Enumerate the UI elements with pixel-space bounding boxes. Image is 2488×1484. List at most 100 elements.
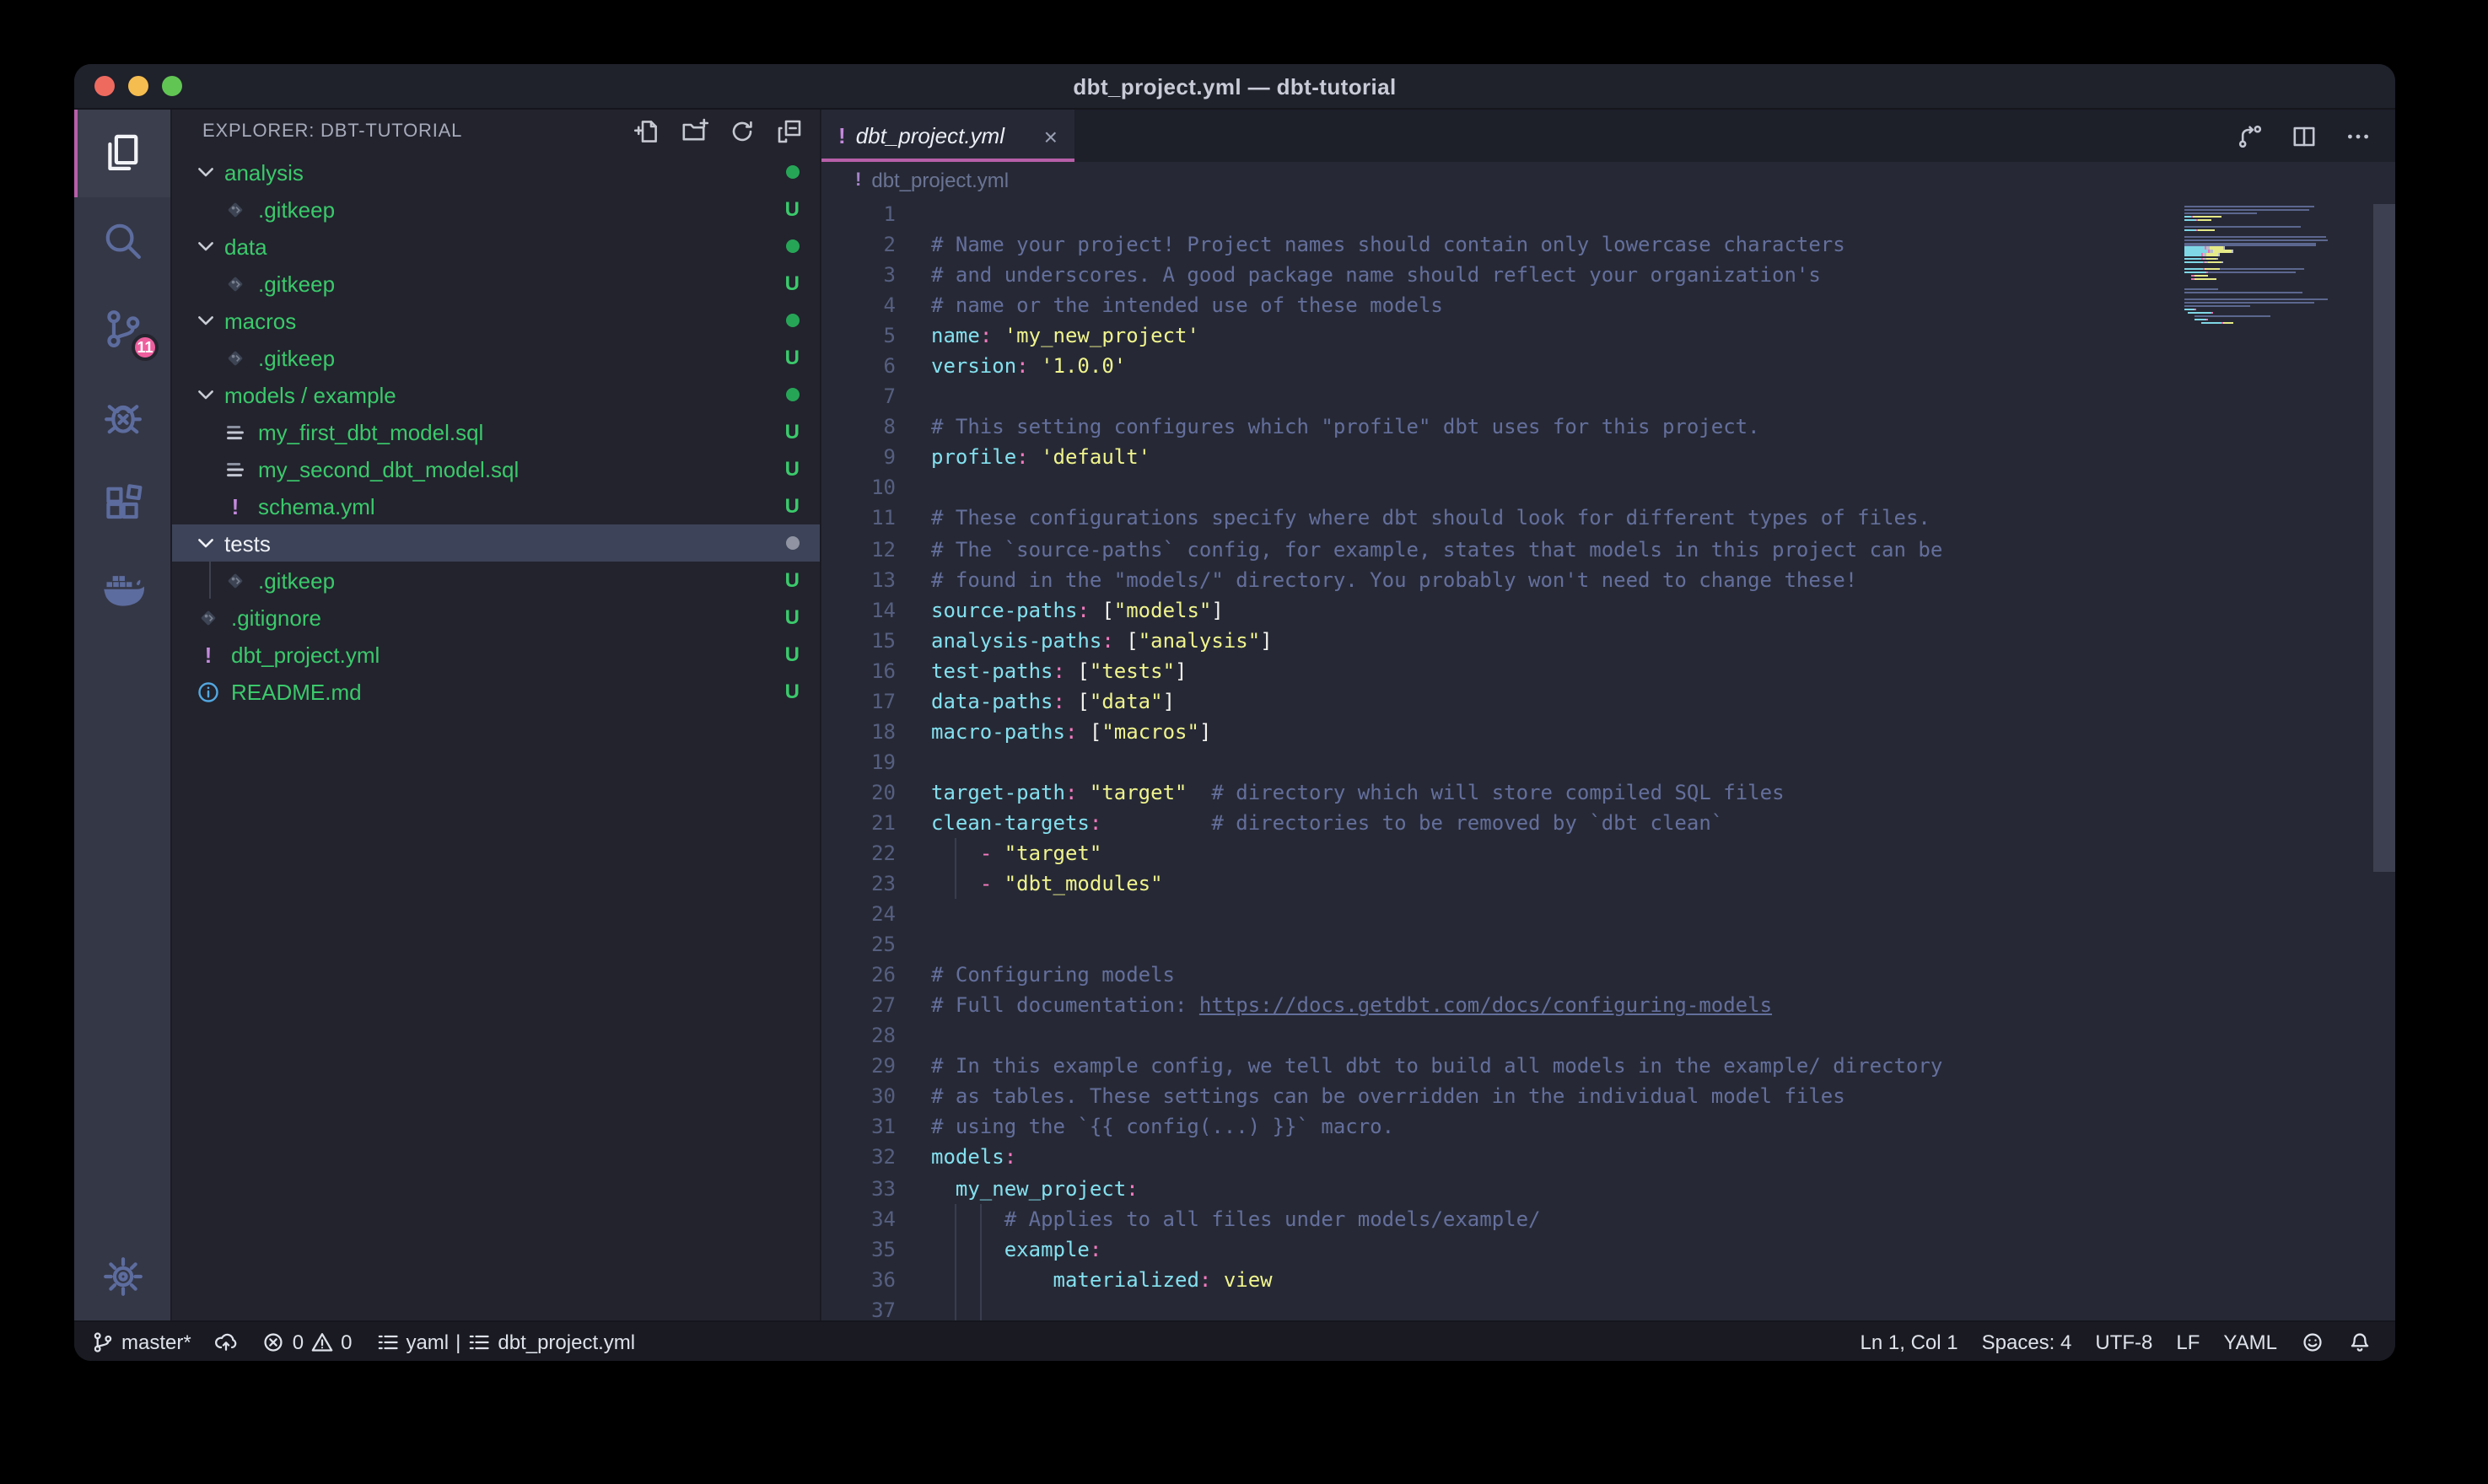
code-line[interactable]: 7 <box>821 382 2395 412</box>
code-line[interactable]: 29# In this example config, we tell dbt … <box>821 1051 2395 1082</box>
refresh-button[interactable] <box>729 118 756 145</box>
code-line[interactable]: 16test-paths: ["tests"] <box>821 655 2395 686</box>
collapse-all-button[interactable] <box>776 118 803 145</box>
code-line[interactable]: 2# Name your project! Project names shou… <box>821 229 2395 260</box>
code-line[interactable]: 4# name or the intended use of these mod… <box>821 290 2395 320</box>
code-line[interactable]: 1 <box>821 199 2395 229</box>
line-number: 26 <box>821 960 896 990</box>
code-line[interactable]: 28 <box>821 1021 2395 1051</box>
zoom-window-button[interactable] <box>162 76 182 96</box>
code-line[interactable]: 36 materialized: view <box>821 1264 2395 1294</box>
activity-item-docker[interactable] <box>74 548 170 636</box>
status-right: Ln 1, Col 1 Spaces: 4 UTF-8 LF YAML <box>1861 1330 2372 1353</box>
activity-item-extensions[interactable] <box>74 460 170 548</box>
status-indentation[interactable]: Spaces: 4 <box>1982 1330 2072 1353</box>
activity-item-search[interactable] <box>74 197 170 285</box>
code-line[interactable]: 11# These configurations specify where d… <box>821 503 2395 534</box>
scrollbar-thumb[interactable] <box>2373 204 2395 872</box>
code-line[interactable]: 13# found in the "models/" directory. Yo… <box>821 564 2395 594</box>
explorer-sidebar: EXPLORER: DBT-TUTORIAL analysis.gitkeepU… <box>172 110 821 1320</box>
status-cursor-position[interactable]: Ln 1, Col 1 <box>1861 1330 1958 1353</box>
code-line[interactable]: 32models: <box>821 1143 2395 1173</box>
editor-body[interactable]: 12# Name your project! Project names sho… <box>821 199 2395 1320</box>
code-line[interactable]: 22 - "target" <box>821 838 2395 868</box>
code-line[interactable]: 9profile: 'default' <box>821 443 2395 473</box>
tree-folder-data[interactable]: data <box>172 228 820 265</box>
status-git-branch[interactable]: master* <box>91 1330 191 1353</box>
code-line[interactable]: 37 <box>821 1294 2395 1320</box>
tree-file-my-second-dbt-model-sql[interactable]: my_second_dbt_model.sqlU <box>172 450 820 487</box>
status-encoding[interactable]: UTF-8 <box>2095 1330 2152 1353</box>
more-actions-icon[interactable] <box>2345 122 2372 149</box>
code-line[interactable]: 20target-path: "target" # directory whic… <box>821 777 2395 808</box>
open-changes-icon[interactable] <box>2237 122 2264 149</box>
code-line[interactable]: 30# as tables. These settings can be ove… <box>821 1082 2395 1112</box>
code-line[interactable]: 5name: 'my_new_project' <box>821 320 2395 351</box>
tab-dbt-project-yml[interactable]: ! dbt_project.yml × <box>821 110 1074 162</box>
code-line[interactable]: 34 # Applies to all files under models/e… <box>821 1203 2395 1234</box>
tree-file--gitkeep[interactable]: .gitkeepU <box>172 191 820 228</box>
code-line[interactable]: 12# The `source-paths` config, for examp… <box>821 534 2395 564</box>
minimize-window-button[interactable] <box>128 76 148 96</box>
status-selection-info[interactable]: yaml|dbt_project.yml <box>375 1330 635 1353</box>
status-problems[interactable]: 00 <box>262 1330 353 1353</box>
code-line[interactable]: 8# This setting configures which "profil… <box>821 412 2395 443</box>
minimap[interactable] <box>2184 202 2373 329</box>
tree-item-label: dbt_project.yml <box>231 642 785 667</box>
titlebar[interactable]: dbt_project.yml — dbt-tutorial <box>74 64 2395 110</box>
activity-item-source-control[interactable]: 11 <box>74 285 170 373</box>
minimap-line <box>2184 267 2373 269</box>
code-line[interactable]: 25 <box>821 929 2395 960</box>
code-line[interactable]: 14source-paths: ["models"] <box>821 594 2395 625</box>
code-line[interactable]: 3# and underscores. A good package name … <box>821 260 2395 290</box>
line-number: 8 <box>821 412 896 443</box>
code-line[interactable]: 31# using the `{{ config(...) }}` macro. <box>821 1112 2395 1143</box>
tree-file-readme-md[interactable]: README.mdU <box>172 673 820 710</box>
close-tab-icon[interactable]: × <box>1044 122 1058 149</box>
status-notifications[interactable] <box>2348 1330 2372 1353</box>
tree-item-label: my_first_dbt_model.sql <box>258 419 785 444</box>
code-area[interactable]: 12# Name your project! Project names sho… <box>821 199 2395 1320</box>
tree-file-schema-yml[interactable]: !schema.ymlU <box>172 487 820 524</box>
status-eol[interactable]: LF <box>2176 1330 2200 1353</box>
status-language-mode[interactable]: YAML <box>2223 1330 2277 1353</box>
status-feedback[interactable] <box>2301 1330 2324 1353</box>
tree-file--gitkeep[interactable]: .gitkeepU <box>172 339 820 376</box>
code-line[interactable]: 18macro-paths: ["macros"] <box>821 717 2395 747</box>
new-folder-button[interactable] <box>681 118 708 145</box>
code-line[interactable]: 27# Full documentation: https://docs.get… <box>821 990 2395 1020</box>
tree-folder-tests[interactable]: tests <box>172 524 820 562</box>
code-line[interactable]: 21clean-targets: # directories to be rem… <box>821 808 2395 838</box>
code-line[interactable]: 33 my_new_project: <box>821 1173 2395 1203</box>
activity-item-run-debug[interactable] <box>74 373 170 460</box>
code-line[interactable]: 6version: '1.0.0' <box>821 351 2395 381</box>
code-line-text: test-paths: ["tests"] <box>896 655 1187 686</box>
activity-item-explorer[interactable] <box>74 110 170 197</box>
code-line[interactable]: 23 - "dbt_modules" <box>821 868 2395 899</box>
tree-file--gitkeep[interactable]: .gitkeepU <box>172 265 820 302</box>
code-line[interactable]: 10 <box>821 473 2395 503</box>
tree-file--gitkeep[interactable]: .gitkeepU <box>172 562 820 599</box>
status-sync[interactable] <box>215 1330 239 1353</box>
code-line[interactable]: 35 example: <box>821 1234 2395 1264</box>
tree-folder-analysis[interactable]: analysis <box>172 153 820 191</box>
tree-folder-macros[interactable]: macros <box>172 302 820 339</box>
doc-link[interactable]: https://docs.getdbt.com/docs/configuring… <box>1199 993 1772 1017</box>
tree-file--gitignore[interactable]: .gitignoreU <box>172 599 820 636</box>
code-line[interactable]: 17data-paths: ["data"] <box>821 686 2395 717</box>
code-line[interactable]: 19 <box>821 747 2395 777</box>
tree-file-dbt-project-yml[interactable]: !dbt_project.ymlU <box>172 636 820 673</box>
editor-actions <box>2237 110 2395 162</box>
new-file-button[interactable] <box>634 118 661 145</box>
code-line[interactable]: 15analysis-paths: ["analysis"] <box>821 625 2395 655</box>
line-number: 24 <box>821 899 896 929</box>
tree-file-my-first-dbt-model-sql[interactable]: my_first_dbt_model.sqlU <box>172 413 820 450</box>
code-line[interactable]: 24 <box>821 899 2395 929</box>
split-editor-icon[interactable] <box>2291 122 2318 149</box>
code-line[interactable]: 26# Configuring models <box>821 960 2395 990</box>
close-window-button[interactable] <box>94 76 115 96</box>
tree-folder-models-example[interactable]: models / example <box>172 376 820 413</box>
breadcrumb[interactable]: ! dbt_project.yml <box>821 162 2395 199</box>
activity-item-settings[interactable] <box>74 1233 170 1320</box>
line-number: 14 <box>821 594 896 625</box>
